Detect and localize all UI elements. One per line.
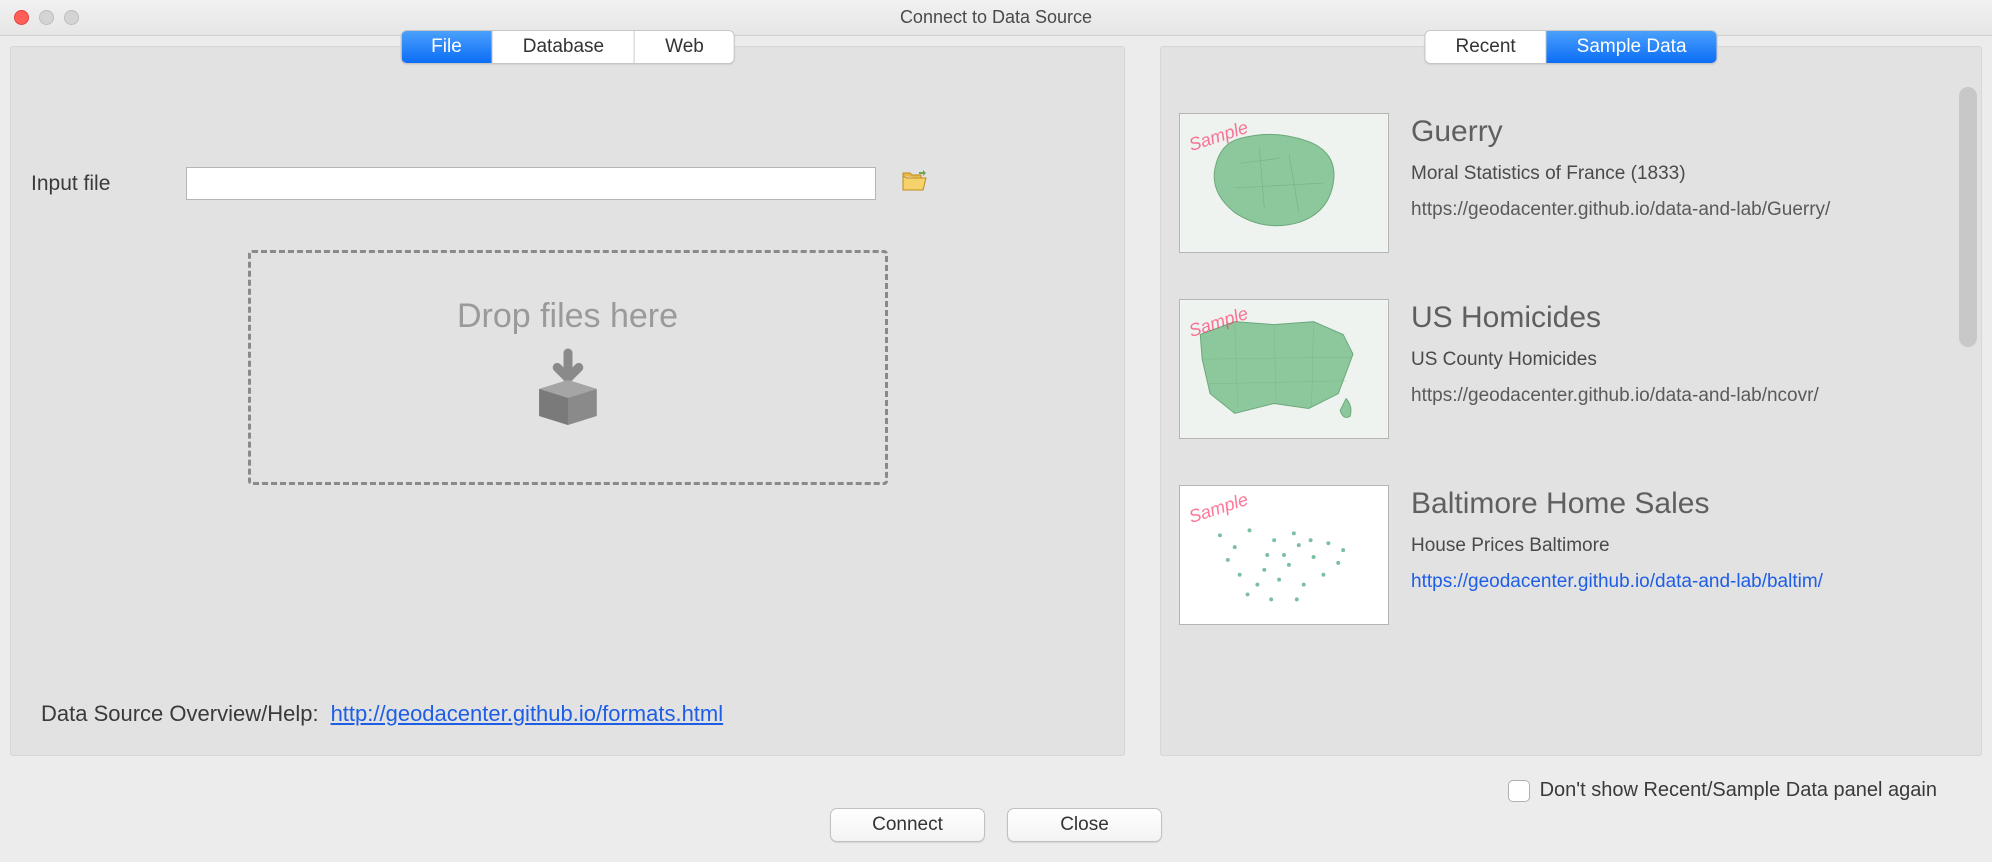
sample-tabs: Recent Sample Data (1424, 30, 1717, 64)
sample-item[interactable]: Sample (1171, 469, 1941, 655)
sample-desc: House Prices Baltimore (1411, 535, 1823, 557)
source-tabs: File Database Web (400, 30, 735, 64)
sample-list-container: Sample Guerry Moral Statistics of France… (1161, 77, 1981, 755)
window-close-button[interactable] (14, 10, 29, 25)
sample-meta: Baltimore Home Sales House Prices Baltim… (1411, 485, 1823, 625)
sample-item[interactable]: Sample Guerry Moral Statistics of France… (1171, 97, 1941, 283)
sample-url: https://geodacenter.github.io/data-and-l… (1411, 199, 1830, 221)
box-download-icon (523, 344, 613, 439)
sample-thumbnail: Sample (1179, 113, 1389, 253)
input-file-label: Input file (31, 172, 161, 196)
sample-thumbnail: Sample (1179, 299, 1389, 439)
sample-title: Baltimore Home Sales (1411, 487, 1823, 521)
sample-thumbnail: Sample (1179, 485, 1389, 625)
sample-meta: US Homicides US County Homicides https:/… (1411, 299, 1819, 439)
file-dropzone[interactable]: Drop files here (248, 250, 888, 485)
sample-url-link[interactable]: https://geodacenter.github.io/data-and-l… (1411, 571, 1823, 593)
sample-desc: US County Homicides (1411, 349, 1819, 371)
sample-desc: Moral Statistics of France (1833) (1411, 163, 1830, 185)
sample-title: Guerry (1411, 115, 1830, 149)
scrollbar-thumb[interactable] (1959, 87, 1977, 347)
help-link[interactable]: http://geodacenter.github.io/formats.htm… (331, 701, 724, 727)
window-maximize-button[interactable] (64, 10, 79, 25)
tab-sample-data[interactable]: Sample Data (1547, 31, 1717, 63)
dont-show-row: Don't show Recent/Sample Data panel agai… (1508, 779, 1937, 802)
sample-title: US Homicides (1411, 301, 1819, 335)
sample-meta: Guerry Moral Statistics of France (1833)… (1411, 113, 1830, 253)
footer: Don't show Recent/Sample Data panel agai… (0, 767, 1992, 862)
tab-database[interactable]: Database (493, 31, 635, 63)
dont-show-label: Don't show Recent/Sample Data panel agai… (1540, 779, 1937, 802)
close-button[interactable]: Close (1007, 808, 1162, 842)
dialog-buttons: Connect Close (830, 808, 1162, 842)
input-file-field[interactable] (186, 167, 876, 200)
window-controls (0, 10, 79, 25)
sample-url: https://geodacenter.github.io/data-and-l… (1411, 385, 1819, 407)
tab-file[interactable]: File (401, 31, 493, 63)
dropzone-label: Drop files here (457, 297, 678, 336)
tab-web[interactable]: Web (635, 31, 734, 63)
folder-open-icon[interactable] (901, 170, 927, 198)
window-title: Connect to Data Source (0, 7, 1992, 28)
sample-list: Sample Guerry Moral Statistics of France… (1171, 97, 1971, 655)
help-label: Data Source Overview/Help: (41, 701, 319, 727)
sample-panel: Recent Sample Data Sample Guerry (1160, 46, 1982, 756)
main-content: File Database Web Input file Drop files … (0, 36, 1992, 756)
tab-recent[interactable]: Recent (1425, 31, 1546, 63)
input-file-row: Input file (31, 167, 1104, 200)
dont-show-checkbox[interactable] (1508, 780, 1530, 802)
connect-button[interactable]: Connect (830, 808, 985, 842)
help-row: Data Source Overview/Help: http://geodac… (41, 701, 723, 727)
window-minimize-button[interactable] (39, 10, 54, 25)
sample-item[interactable]: Sample US Homicides US County Homicides … (1171, 283, 1941, 469)
source-panel: File Database Web Input file Drop files … (10, 46, 1125, 756)
